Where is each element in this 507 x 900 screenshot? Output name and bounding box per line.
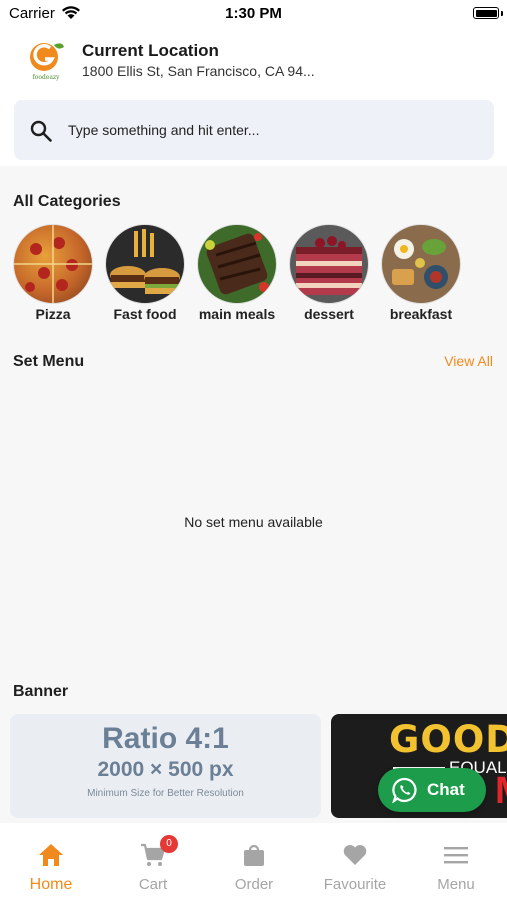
pizza-image: [13, 224, 93, 304]
search-bar[interactable]: [14, 100, 494, 160]
tab-home[interactable]: Home: [1, 843, 101, 894]
header: foodeazy Current Location 1800 Ellis St,…: [0, 26, 507, 166]
bag-icon: [244, 844, 264, 866]
banner-ratio-text: Ratio 4:1: [102, 722, 229, 755]
search-icon: [30, 120, 52, 142]
status-bar: Carrier 1:30 PM: [0, 0, 507, 26]
search-input[interactable]: [68, 100, 468, 160]
tab-menu[interactable]: Menu: [406, 843, 506, 893]
tab-cart[interactable]: 0 Cart: [103, 835, 203, 893]
chat-label: Chat: [427, 780, 465, 799]
category-dessert[interactable]: dessert: [289, 224, 369, 322]
main-meals-image: [197, 224, 277, 304]
view-all-link[interactable]: View All: [444, 353, 493, 369]
category-breakfast[interactable]: breakfast: [381, 224, 461, 322]
tab-label: Favourite: [323, 876, 387, 893]
whatsapp-icon: [392, 777, 417, 803]
tab-label: Order: [234, 876, 274, 893]
clock: 1:30 PM: [225, 5, 282, 22]
battery-tip: [501, 11, 503, 16]
dessert-image: [289, 224, 369, 304]
battery-icon: [473, 7, 499, 19]
cart-count-badge: 0: [160, 835, 178, 853]
banner-placeholder-card[interactable]: Ratio 4:1 2000 × 500 px Minimum Size for…: [10, 714, 321, 818]
category-label: main meals: [198, 306, 276, 322]
banner-size-text: 2000 × 500 px: [97, 758, 234, 781]
all-categories-title: All Categories: [13, 193, 121, 210]
bottom-tab-bar: Home 0 Cart Order Favourite Menu: [0, 823, 507, 900]
home-icon: [39, 844, 63, 866]
banner-note-text: Minimum Size for Better Resolution: [87, 788, 244, 799]
logo-text: foodeazy: [32, 74, 60, 81]
menu-icon: [444, 847, 468, 864]
banner-title: Banner: [13, 683, 69, 700]
tab-order[interactable]: Order: [204, 843, 304, 893]
category-label: breakfast: [389, 306, 453, 322]
category-label: dessert: [304, 306, 354, 322]
location-title[interactable]: Current Location: [82, 41, 219, 61]
location-address[interactable]: 1800 Ellis St, San Francisco, CA 94...: [82, 63, 315, 79]
category-fast-food[interactable]: Fast food: [105, 224, 185, 322]
breakfast-image: [381, 224, 461, 304]
tab-label: Home: [29, 876, 73, 893]
category-main-meals[interactable]: main meals: [197, 224, 277, 322]
promo-letter: M: [495, 770, 507, 813]
heart-icon: [343, 845, 367, 865]
chat-button[interactable]: Chat: [378, 768, 486, 812]
tab-label: Menu: [437, 876, 475, 893]
set-menu-title: Set Menu: [13, 353, 85, 370]
promo-headline: GOOD F: [389, 718, 507, 761]
category-label: Fast food: [113, 306, 177, 322]
category-pizza[interactable]: Pizza: [13, 224, 93, 322]
empty-set-menu-message: No set menu available: [184, 514, 323, 530]
tab-favourite[interactable]: Favourite: [305, 843, 405, 893]
tab-label: Cart: [138, 876, 168, 893]
fast-food-image: [105, 224, 185, 304]
category-label: Pizza: [35, 306, 71, 322]
